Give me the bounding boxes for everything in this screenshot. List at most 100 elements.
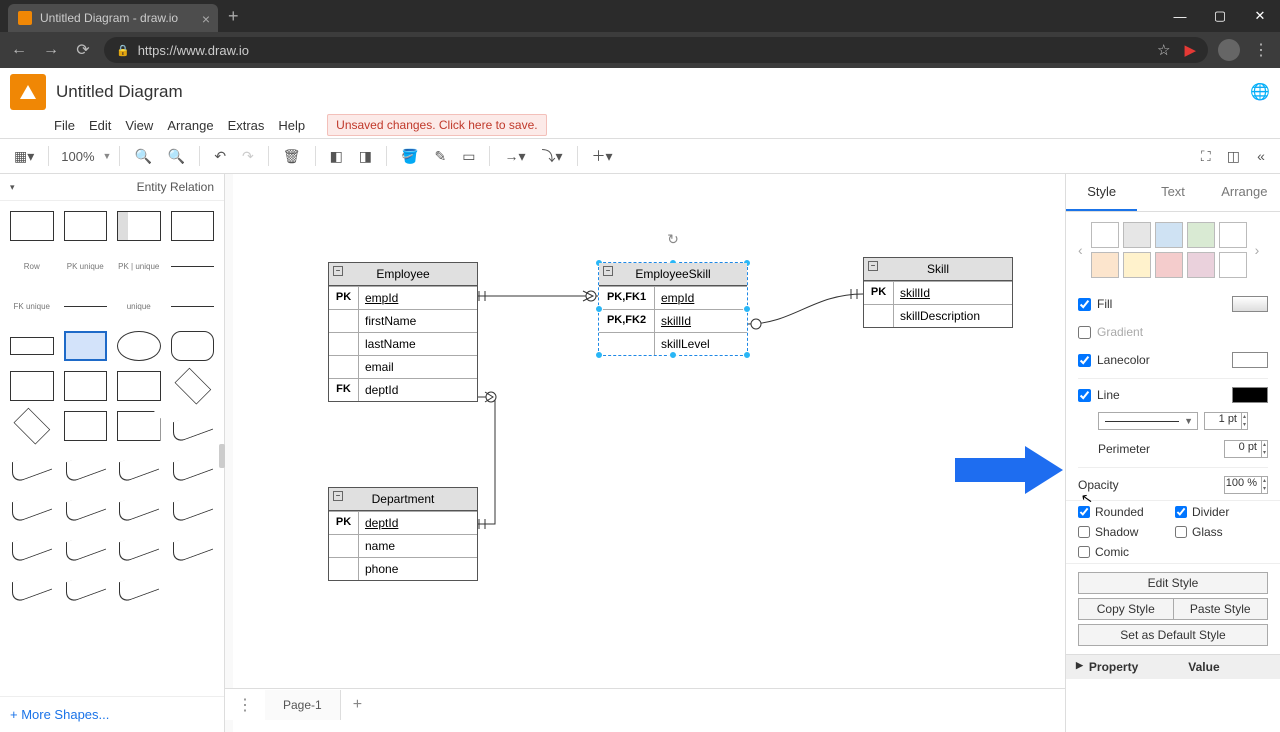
more-shapes-link[interactable]: + More Shapes...: [0, 696, 224, 732]
shape-divider[interactable]: [171, 266, 215, 267]
shape-curve12[interactable]: [117, 531, 161, 561]
palette-header[interactable]: Entity Relation: [0, 174, 224, 201]
swatch[interactable]: [1123, 222, 1151, 248]
collapse-icon[interactable]: −: [603, 266, 613, 276]
swatch-next-icon[interactable]: ›: [1253, 242, 1262, 258]
rounded-checkbox[interactable]: [1078, 506, 1090, 518]
shape-header-rect[interactable]: [64, 331, 108, 361]
browser-tab[interactable]: Untitled Diagram - draw.io ×: [8, 4, 218, 32]
canvas[interactable]: −Employee PKempId firstName lastName ema…: [225, 174, 1065, 732]
shape-cloud[interactable]: [171, 331, 215, 361]
gradient-checkbox[interactable]: [1078, 326, 1091, 339]
shape-rect[interactable]: [10, 337, 54, 355]
collapse-icon[interactable]: −: [333, 491, 343, 501]
unsaved-warning[interactable]: Unsaved changes. Click here to save.: [327, 114, 546, 136]
swatch[interactable]: [1155, 252, 1183, 278]
menu-edit[interactable]: Edit: [89, 118, 111, 133]
insert-icon[interactable]: ＋▾: [586, 142, 619, 170]
zoom-in-icon[interactable]: 🔍: [128, 144, 157, 169]
shape-table4[interactable]: [171, 211, 215, 241]
window-maximize-icon[interactable]: ▢: [1200, 0, 1240, 32]
fill-checkbox[interactable]: [1078, 298, 1091, 311]
add-page-icon[interactable]: +: [341, 696, 374, 714]
table-skill[interactable]: −Skill PKskillId skillDescription: [863, 257, 1013, 328]
swatch[interactable]: [1091, 252, 1119, 278]
redo-icon[interactable]: ↷: [236, 144, 260, 169]
shape-curve6[interactable]: [10, 491, 54, 521]
menu-file[interactable]: File: [54, 118, 75, 133]
shape-row-label[interactable]: Row: [10, 251, 54, 281]
undo-icon[interactable]: ↶: [208, 144, 232, 169]
to-front-icon[interactable]: ◧: [324, 144, 349, 169]
comic-checkbox[interactable]: [1078, 546, 1090, 558]
waypoint-icon[interactable]: ⤵▾: [535, 142, 568, 170]
new-tab-button[interactable]: +: [228, 6, 239, 27]
close-tab-icon[interactable]: ×: [202, 11, 210, 27]
shape-curve13[interactable]: [171, 531, 215, 561]
back-button[interactable]: ←: [8, 41, 30, 59]
shape-curve14[interactable]: [10, 571, 54, 601]
shape-line1[interactable]: [64, 306, 108, 307]
menu-view[interactable]: View: [125, 118, 153, 133]
divider-checkbox[interactable]: [1175, 506, 1187, 518]
star-icon[interactable]: ☆: [1157, 41, 1170, 59]
shape-pk2[interactable]: PK | unique: [117, 251, 161, 281]
perimeter-input[interactable]: 0 pt: [1224, 440, 1268, 458]
swatch[interactable]: [1187, 252, 1215, 278]
menu-help[interactable]: Help: [278, 118, 305, 133]
sidebar-split-handle[interactable]: [219, 444, 225, 468]
format-panel-icon[interactable]: ◫: [1221, 144, 1246, 169]
glass-checkbox[interactable]: [1175, 526, 1187, 538]
tab-style[interactable]: Style: [1066, 174, 1137, 211]
shape-entity3[interactable]: [117, 371, 161, 401]
shape-curve4[interactable]: [117, 451, 161, 481]
shape-line2[interactable]: [171, 306, 215, 307]
copy-style-button[interactable]: Copy Style: [1078, 598, 1173, 620]
collapse-icon[interactable]: −: [868, 261, 878, 271]
reload-button[interactable]: ⟳: [72, 40, 94, 60]
swatch[interactable]: [1187, 222, 1215, 248]
tab-arrange[interactable]: Arrange: [1209, 174, 1280, 211]
menu-arrange[interactable]: Arrange: [167, 118, 213, 133]
rotate-handle-icon[interactable]: ↻: [667, 231, 679, 248]
zoom-out-icon[interactable]: 🔍: [162, 144, 191, 169]
shape-diamond2[interactable]: [14, 408, 50, 444]
table-employee[interactable]: −Employee PKempId firstName lastName ema…: [328, 262, 478, 402]
line-color[interactable]: [1232, 387, 1268, 403]
swatch[interactable]: [1219, 222, 1247, 248]
line-checkbox[interactable]: [1078, 389, 1091, 402]
line-width-input[interactable]: 1 pt: [1204, 412, 1248, 430]
shape-curve8[interactable]: [117, 491, 161, 521]
fullscreen-icon[interactable]: ⛶: [1195, 144, 1217, 169]
set-default-style-button[interactable]: Set as Default Style: [1078, 624, 1268, 646]
swatch[interactable]: [1219, 252, 1247, 278]
line-color-icon[interactable]: ✎: [428, 144, 452, 169]
opacity-input[interactable]: 100 %: [1224, 476, 1268, 494]
connection-icon[interactable]: →▾: [498, 144, 531, 169]
shape-diamond[interactable]: [174, 368, 210, 404]
shape-curve11[interactable]: [64, 531, 108, 561]
swatch[interactable]: [1123, 252, 1151, 278]
zoom-level[interactable]: 100%: [57, 149, 98, 164]
shape-curve15[interactable]: [64, 571, 108, 601]
shape-circle[interactable]: [117, 331, 161, 361]
tab-text[interactable]: Text: [1137, 174, 1208, 211]
browser-menu-icon[interactable]: ⋮: [1250, 40, 1272, 60]
collapse-icon[interactable]: −: [333, 266, 343, 276]
fill-color-icon[interactable]: 🪣: [395, 144, 424, 169]
menu-extras[interactable]: Extras: [228, 118, 265, 133]
table-department[interactable]: −Department PKdeptId name phone: [328, 487, 478, 581]
edit-style-button[interactable]: Edit Style: [1078, 572, 1268, 594]
delete-icon[interactable]: 🗑: [277, 144, 307, 169]
profile-avatar[interactable]: [1218, 39, 1240, 61]
shape-curve7[interactable]: [64, 491, 108, 521]
forward-button[interactable]: →: [40, 41, 62, 59]
collapse-icon[interactable]: «: [1250, 144, 1272, 169]
shape-table[interactable]: [10, 211, 54, 241]
table-employee-skill[interactable]: ↻ −EmployeeSkill PK,FK1empId PK,FK2skill…: [598, 262, 748, 356]
swatch-prev-icon[interactable]: ‹: [1076, 242, 1085, 258]
shape-curve10[interactable]: [10, 531, 54, 561]
to-back-icon[interactable]: ◨: [353, 144, 378, 169]
fill-color[interactable]: [1232, 296, 1268, 312]
document-title[interactable]: Untitled Diagram: [56, 82, 183, 102]
